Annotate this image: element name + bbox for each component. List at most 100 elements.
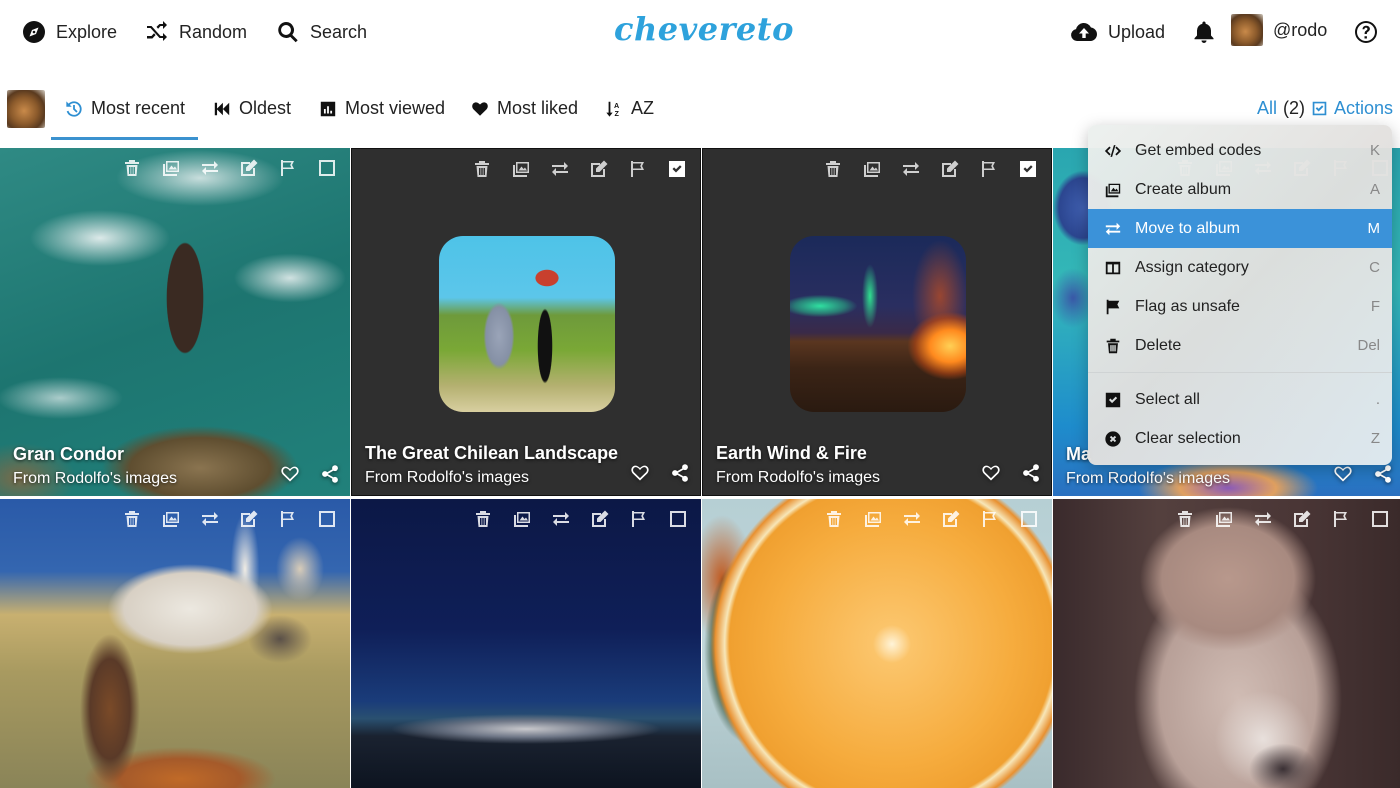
tab-most-recent[interactable]: Most recent xyxy=(65,98,185,119)
image-tile[interactable] xyxy=(702,499,1052,788)
create-album-button[interactable] xyxy=(1212,507,1235,530)
image-tile[interactable] xyxy=(1053,499,1400,788)
delete-image-button[interactable] xyxy=(470,157,493,180)
profile-avatar[interactable] xyxy=(7,90,45,128)
flag-image-button[interactable] xyxy=(1329,507,1352,530)
move-to-album-button[interactable] xyxy=(198,156,221,179)
image-title[interactable]: Gran Condor xyxy=(13,442,177,466)
like-button-heart-icon[interactable] xyxy=(1333,464,1353,484)
help-button[interactable] xyxy=(1354,18,1378,46)
image-thumbnail[interactable] xyxy=(351,499,701,788)
share-icon[interactable] xyxy=(320,464,340,484)
flag-image-button[interactable] xyxy=(276,156,299,179)
menu-item-clear-selection[interactable]: Clear selection Z xyxy=(1088,419,1392,458)
move-to-album-button[interactable] xyxy=(548,157,571,180)
select-all-link[interactable]: All xyxy=(1257,98,1277,119)
edit-image-button[interactable] xyxy=(237,507,260,530)
image-source[interactable]: From Rodolfo's images xyxy=(1066,466,1230,492)
image-source[interactable]: From Rodolfo's images xyxy=(716,465,880,491)
actions-dropdown-toggle[interactable]: Actions xyxy=(1334,98,1393,119)
move-to-album-button[interactable] xyxy=(1251,507,1274,530)
tab-az[interactable]: AZ AZ xyxy=(605,98,654,119)
edit-image-button[interactable] xyxy=(587,157,610,180)
create-album-button[interactable] xyxy=(159,156,182,179)
create-album-button[interactable] xyxy=(159,507,182,530)
delete-image-button[interactable] xyxy=(120,156,143,179)
flag-icon xyxy=(1331,509,1351,529)
delete-image-button[interactable] xyxy=(471,507,494,530)
tab-most-liked[interactable]: Most liked xyxy=(471,98,578,119)
share-icon[interactable] xyxy=(670,463,690,483)
flag-image-button[interactable] xyxy=(626,157,649,180)
image-thumbnail[interactable] xyxy=(702,499,1052,788)
flag-image-button[interactable] xyxy=(627,507,650,530)
notifications-button[interactable] xyxy=(1192,18,1216,46)
tab-most-viewed[interactable]: Most viewed xyxy=(319,98,445,119)
select-image-checkbox[interactable] xyxy=(665,157,688,180)
create-album-button[interactable] xyxy=(861,507,884,530)
like-button-heart-icon[interactable] xyxy=(630,463,650,483)
flag-icon xyxy=(278,158,298,178)
flag-image-button[interactable] xyxy=(978,507,1001,530)
move-to-album-button[interactable] xyxy=(549,507,572,530)
create-album-button[interactable] xyxy=(860,157,883,180)
edit-image-button[interactable] xyxy=(588,507,611,530)
create-album-button[interactable] xyxy=(509,157,532,180)
delete-image-button[interactable] xyxy=(120,507,143,530)
image-source[interactable]: From Rodolfo's images xyxy=(13,466,177,492)
move-to-album-button[interactable] xyxy=(900,507,923,530)
image-title[interactable]: Earth Wind & Fire xyxy=(716,441,880,465)
image-tile[interactable]: The Great Chilean Landscape From Rodolfo… xyxy=(351,148,701,496)
menu-item-flag-as-unsafe[interactable]: Flag as unsafe F xyxy=(1088,287,1392,326)
share-icon[interactable] xyxy=(1373,464,1393,484)
tab-label: Most viewed xyxy=(345,98,446,118)
edit-image-button[interactable] xyxy=(938,157,961,180)
image-thumbnail[interactable] xyxy=(0,499,350,788)
select-image-checkbox[interactable] xyxy=(1017,507,1040,530)
move-to-album-button[interactable] xyxy=(198,507,221,530)
random-link[interactable]: Random xyxy=(145,18,247,46)
menu-item-move-to-album[interactable]: Move to album M xyxy=(1088,209,1392,248)
actions-dropdown-menu: Get embed codes K Create album A Move to… xyxy=(1088,125,1392,465)
flag-image-button[interactable] xyxy=(977,157,1000,180)
explore-link[interactable]: Explore xyxy=(22,18,117,46)
upload-button[interactable]: Upload xyxy=(1070,18,1165,46)
edit-image-button[interactable] xyxy=(1290,507,1313,530)
edit-image-button[interactable] xyxy=(939,507,962,530)
select-image-checkbox[interactable] xyxy=(1016,157,1039,180)
image-source[interactable]: From Rodolfo's images xyxy=(365,465,618,491)
tab-oldest[interactable]: Oldest xyxy=(213,98,291,119)
share-icon[interactable] xyxy=(1021,463,1041,483)
search-link[interactable]: Search xyxy=(276,18,367,46)
image-tile[interactable] xyxy=(0,499,350,788)
menu-item-assign-category[interactable]: Assign category C xyxy=(1088,248,1392,287)
image-title[interactable]: The Great Chilean Landscape xyxy=(365,441,618,465)
image-tile[interactable] xyxy=(351,499,701,788)
image-thumbnail[interactable] xyxy=(790,236,966,412)
select-image-checkbox[interactable] xyxy=(666,507,689,530)
image-thumbnail[interactable] xyxy=(1053,499,1400,788)
image-tile[interactable]: Earth Wind & Fire From Rodolfo's images xyxy=(702,148,1052,496)
user-menu[interactable]: @rodo xyxy=(1231,14,1327,46)
delete-image-button[interactable] xyxy=(1173,507,1196,530)
chevereto-logo[interactable]: chevereto xyxy=(614,10,794,48)
menu-item-delete[interactable]: Delete Del xyxy=(1088,326,1392,365)
edit-icon xyxy=(589,159,609,179)
flag-image-button[interactable] xyxy=(276,507,299,530)
delete-image-button[interactable] xyxy=(822,507,845,530)
menu-item-create-album[interactable]: Create album A xyxy=(1088,170,1392,209)
image-thumbnail[interactable] xyxy=(439,236,615,412)
like-button-heart-icon[interactable] xyxy=(280,464,300,484)
image-tile[interactable]: Gran Condor From Rodolfo's images xyxy=(0,148,350,496)
delete-image-button[interactable] xyxy=(821,157,844,180)
move-to-album-button[interactable] xyxy=(899,157,922,180)
menu-item-select-all[interactable]: Select all . xyxy=(1088,380,1392,419)
flag-icon xyxy=(1103,297,1123,317)
select-image-checkbox[interactable] xyxy=(1368,507,1391,530)
menu-item-get-embed-codes[interactable]: Get embed codes K xyxy=(1088,131,1392,170)
edit-image-button[interactable] xyxy=(237,156,260,179)
like-button-heart-icon[interactable] xyxy=(981,463,1001,483)
select-image-checkbox[interactable] xyxy=(315,156,338,179)
select-image-checkbox[interactable] xyxy=(315,507,338,530)
create-album-button[interactable] xyxy=(510,507,533,530)
